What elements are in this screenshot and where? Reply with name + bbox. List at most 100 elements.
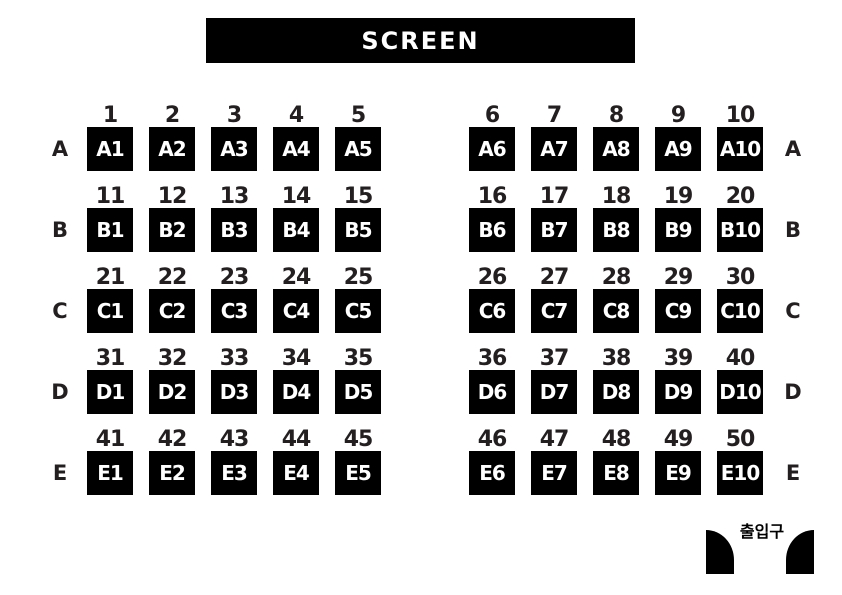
seat-number: 21 [95, 265, 126, 290]
seat-number: 35 [343, 346, 374, 371]
seat-b5[interactable]: B5 [335, 208, 381, 252]
seat-number: 47 [539, 427, 570, 452]
seat-b4[interactable]: B4 [273, 208, 319, 252]
seat-e10[interactable]: E10 [717, 451, 763, 495]
seat-number: 32 [157, 346, 188, 371]
seat-c7[interactable]: C7 [531, 289, 577, 333]
seat-number: 22 [157, 265, 188, 290]
seat-number: 29 [663, 265, 694, 290]
seat-a3[interactable]: A3 [211, 127, 257, 171]
seat-number: 30 [725, 265, 756, 290]
seat-b9[interactable]: B9 [655, 208, 701, 252]
seat-number: 3 [226, 103, 242, 128]
seat-a7[interactable]: A7 [531, 127, 577, 171]
seat-number: 33 [219, 346, 250, 371]
seat-c4[interactable]: C4 [273, 289, 319, 333]
row-label-e-right: E [785, 461, 801, 485]
seat-number: 13 [219, 184, 250, 209]
seat-a8[interactable]: A8 [593, 127, 639, 171]
seat-number: 12 [157, 184, 188, 209]
row-label-c-right: C [785, 299, 801, 323]
seat-b3[interactable]: B3 [211, 208, 257, 252]
seat-e7[interactable]: E7 [531, 451, 577, 495]
seat-number: 48 [601, 427, 632, 452]
row-label-a-right: A [784, 137, 802, 161]
seat-number: 25 [343, 265, 374, 290]
exit-label: 출입구 [739, 522, 785, 541]
seat-c9[interactable]: C9 [655, 289, 701, 333]
seat-c1[interactable]: C1 [87, 289, 133, 333]
seat-e8[interactable]: E8 [593, 451, 639, 495]
seat-number: 18 [601, 184, 632, 209]
seat-b1[interactable]: B1 [87, 208, 133, 252]
seat-a5[interactable]: A5 [335, 127, 381, 171]
seat-a1[interactable]: A1 [87, 127, 133, 171]
seat-e9[interactable]: E9 [655, 451, 701, 495]
seat-e1[interactable]: E1 [87, 451, 133, 495]
seat-c6[interactable]: C6 [469, 289, 515, 333]
seat-e2[interactable]: E2 [149, 451, 195, 495]
seat-number: 16 [477, 184, 508, 209]
seat-number: 38 [601, 346, 632, 371]
row-label-c-left: C [52, 299, 68, 323]
seat-d7[interactable]: D7 [531, 370, 577, 414]
row-label-d-right: D [784, 380, 802, 404]
seat-number: 4 [288, 103, 304, 128]
seat-number: 37 [539, 346, 570, 371]
seat-number: 23 [219, 265, 250, 290]
seat-number: 45 [343, 427, 374, 452]
seat-d4[interactable]: D4 [273, 370, 319, 414]
seat-c8[interactable]: C8 [593, 289, 639, 333]
seat-number: 26 [477, 265, 508, 290]
seat-d10[interactable]: D10 [717, 370, 763, 414]
seat-b7[interactable]: B7 [531, 208, 577, 252]
row-label-b-left: B [51, 218, 68, 242]
seat-c10[interactable]: C10 [717, 289, 763, 333]
seat-number: 5 [350, 103, 366, 128]
seat-d8[interactable]: D8 [593, 370, 639, 414]
seat-d5[interactable]: D5 [335, 370, 381, 414]
seat-number: 50 [725, 427, 756, 452]
seat-d2[interactable]: D2 [149, 370, 195, 414]
seat-e4[interactable]: E4 [273, 451, 319, 495]
seat-c3[interactable]: C3 [211, 289, 257, 333]
seat-number: 19 [663, 184, 694, 209]
seat-a2[interactable]: A2 [149, 127, 195, 171]
seat-a4[interactable]: A4 [273, 127, 319, 171]
seat-number: 8 [608, 103, 624, 128]
exit-door-left-icon [706, 530, 734, 574]
row-label-d-left: D [51, 380, 69, 404]
seat-a10[interactable]: A10 [717, 127, 763, 171]
seat-number: 24 [281, 265, 312, 290]
seat-b8[interactable]: B8 [593, 208, 639, 252]
screen-banner: SCREEN [206, 18, 635, 63]
seat-d3[interactable]: D3 [211, 370, 257, 414]
seat-e6[interactable]: E6 [469, 451, 515, 495]
seat-number: 36 [477, 346, 508, 371]
row-label-e-left: E [52, 461, 68, 485]
seat-c2[interactable]: C2 [149, 289, 195, 333]
seat-number: 49 [663, 427, 694, 452]
seat-number: 34 [281, 346, 312, 371]
seat-number: 11 [95, 184, 126, 209]
seat-number: 1 [102, 103, 118, 128]
seat-d6[interactable]: D6 [469, 370, 515, 414]
seat-number: 17 [539, 184, 570, 209]
seat-a9[interactable]: A9 [655, 127, 701, 171]
seat-d9[interactable]: D9 [655, 370, 701, 414]
seat-d1[interactable]: D1 [87, 370, 133, 414]
seat-c5[interactable]: C5 [335, 289, 381, 333]
seat-number: 42 [157, 427, 188, 452]
seat-number: 9 [670, 103, 686, 128]
seat-b2[interactable]: B2 [149, 208, 195, 252]
seat-number: 28 [601, 265, 632, 290]
seat-e5[interactable]: E5 [335, 451, 381, 495]
seat-b6[interactable]: B6 [469, 208, 515, 252]
seat-a6[interactable]: A6 [469, 127, 515, 171]
row-label-b-right: B [784, 218, 801, 242]
row-label-a-left: A [51, 137, 69, 161]
seat-number: 2 [164, 103, 180, 128]
seat-e3[interactable]: E3 [211, 451, 257, 495]
seat-b10[interactable]: B10 [717, 208, 763, 252]
seat-number: 31 [95, 346, 126, 371]
